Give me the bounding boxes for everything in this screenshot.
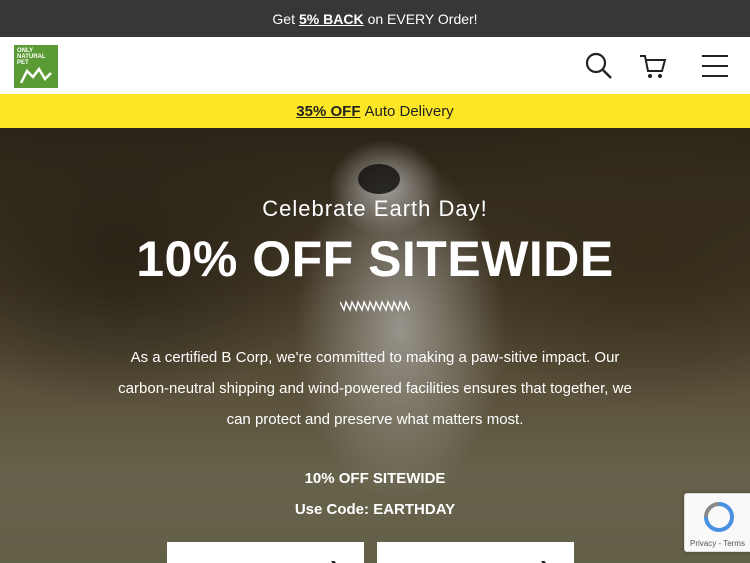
shop-dog-button[interactable]: ❯ <box>167 542 364 563</box>
chevron-right-icon: ❯ <box>329 558 342 563</box>
menu-icon[interactable] <box>700 51 730 81</box>
announcement-prefix: Get <box>272 10 295 27</box>
cart-icon[interactable] <box>638 51 668 81</box>
hero-eyebrow: Celebrate Earth Day! <box>262 196 488 221</box>
zigzag-divider <box>340 300 410 312</box>
logo-pet-icon <box>19 67 52 84</box>
shop-cat-button[interactable]: ❯ <box>377 542 574 563</box>
offer-line-1: 10% OFF SITEWIDE <box>304 470 446 487</box>
promo-highlight-link[interactable]: 35% OFF <box>296 103 360 120</box>
announcement-bar: Get 5% BACK on EVERY Order! <box>0 0 750 37</box>
announcement-highlight-link[interactable]: 5% BACK <box>299 11 364 27</box>
site-header: ONLY NATURAL PET <box>0 37 750 94</box>
chevron-right-icon: ❯ <box>539 558 552 563</box>
recaptcha-badge[interactable]: Privacy - Terms <box>684 493 750 552</box>
hero-body-text: As a certified B Corp, we're committed t… <box>118 349 632 428</box>
hero-headline: 10% OFF SITEWIDE <box>136 231 614 287</box>
recaptcha-icon <box>704 502 734 532</box>
search-icon[interactable] <box>584 51 614 81</box>
logo-text: ONLY NATURAL PET <box>17 48 46 66</box>
hero-banner: Celebrate Earth Day! 10% OFF SITEWIDE As… <box>0 128 750 563</box>
offer-code-line: Use Code: EARTHDAY <box>294 501 456 518</box>
announcement-suffix: on EVERY Order! <box>367 10 478 27</box>
site-logo[interactable]: ONLY NATURAL PET <box>14 45 58 88</box>
promo-text: Auto Delivery <box>364 102 454 120</box>
promo-bar: 35% OFF Auto Delivery <box>0 94 750 128</box>
recaptcha-text[interactable]: Privacy - Terms <box>690 539 745 548</box>
